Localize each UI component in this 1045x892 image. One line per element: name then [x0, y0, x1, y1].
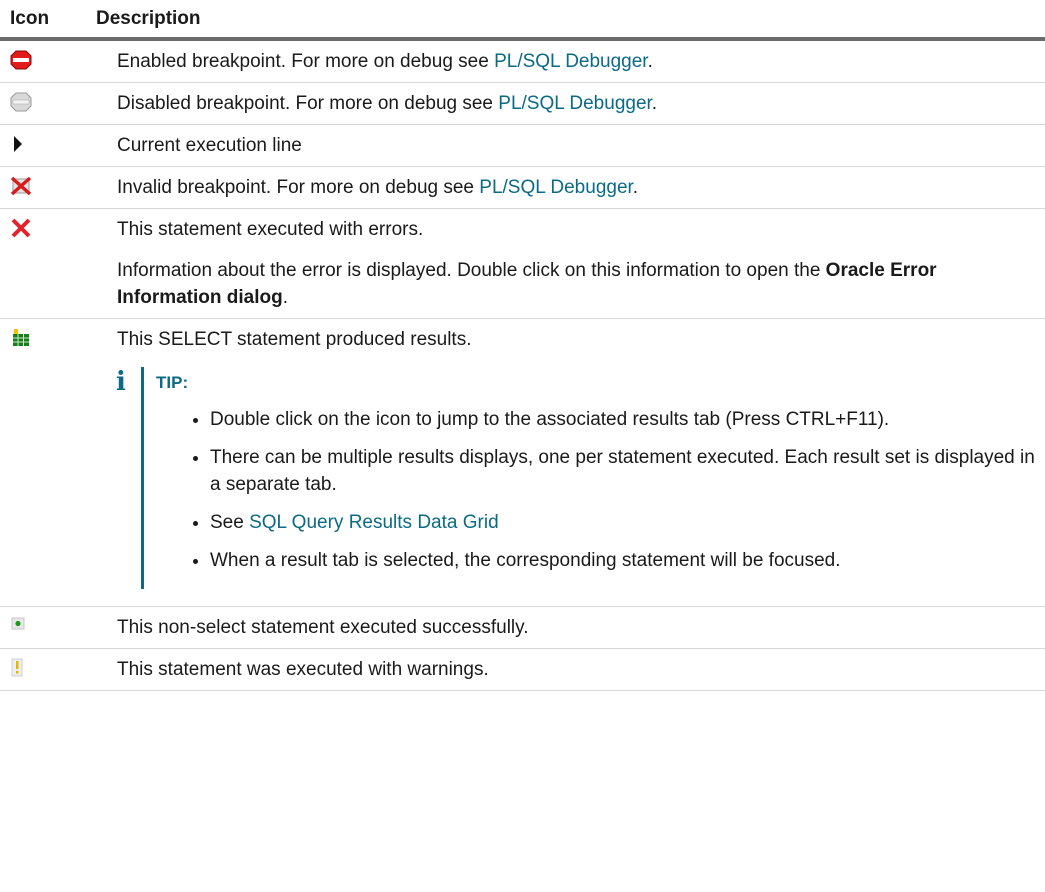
table-row: This statement executed with errors. Inf… — [0, 208, 1045, 319]
row-description: Enabled breakpoint. For more on debug se… — [117, 51, 653, 72]
enabled-breakpoint-icon — [10, 50, 32, 70]
header-description: Description — [86, 0, 1045, 41]
results-grid-icon — [13, 329, 29, 346]
pl-sql-debugger-link[interactable]: PL/SQL Debugger — [494, 51, 648, 72]
header-icon: Icon — [0, 0, 86, 41]
table-row: Enabled breakpoint. For more on debug se… — [0, 39, 1045, 83]
error-x-icon — [11, 218, 31, 238]
tip-box: i TIP: Double click on the icon to jump … — [116, 367, 1037, 589]
pl-sql-debugger-link[interactable]: PL/SQL Debugger — [479, 177, 633, 198]
row-description: This statement was executed with warning… — [117, 659, 489, 680]
pl-sql-debugger-link[interactable]: PL/SQL Debugger — [498, 93, 652, 114]
row-description: This non-select statement executed succe… — [117, 617, 529, 638]
table-row: Invalid breakpoint. For more on debug se… — [0, 166, 1045, 209]
table-row: This statement was executed with warning… — [0, 648, 1045, 691]
list-item: When a result tab is selected, the corre… — [210, 547, 1037, 574]
list-item: See SQL Query Results Data Grid — [210, 509, 1037, 536]
warning-icon — [11, 658, 23, 677]
row-description: This statement executed with errors. — [117, 219, 424, 240]
row-description: Invalid breakpoint. For more on debug se… — [117, 177, 639, 198]
info-icon: i — [116, 367, 126, 397]
table-row: This SELECT statement produced results. … — [0, 318, 1045, 607]
row-description: Disabled breakpoint. For more on debug s… — [117, 93, 658, 114]
execution-arrow-icon — [14, 136, 22, 152]
invalid-breakpoint-icon — [10, 176, 32, 196]
success-icon — [11, 617, 25, 630]
table-row: Disabled breakpoint. For more on debug s… — [0, 82, 1045, 125]
disabled-breakpoint-icon — [10, 92, 32, 112]
row-detail: Information about the error is displayed… — [117, 260, 937, 308]
table-row: This non-select statement executed succe… — [0, 606, 1045, 649]
sql-query-results-data-grid-link[interactable]: SQL Query Results Data Grid — [249, 512, 499, 533]
list-item: There can be multiple results displays, … — [210, 444, 1037, 498]
table-row: Current execution line — [0, 124, 1045, 167]
row-description: This SELECT statement produced results. — [117, 329, 472, 350]
list-item: Double click on the icon to jump to the … — [210, 406, 1037, 433]
icon-reference-table: Icon Description Enabled breakpoint. For… — [0, 0, 1045, 691]
tip-label: TIP: — [156, 373, 189, 392]
header-row: Icon Description — [0, 0, 1045, 41]
tip-list: Double click on the icon to jump to the … — [156, 406, 1037, 574]
row-description: Current execution line — [117, 135, 302, 156]
